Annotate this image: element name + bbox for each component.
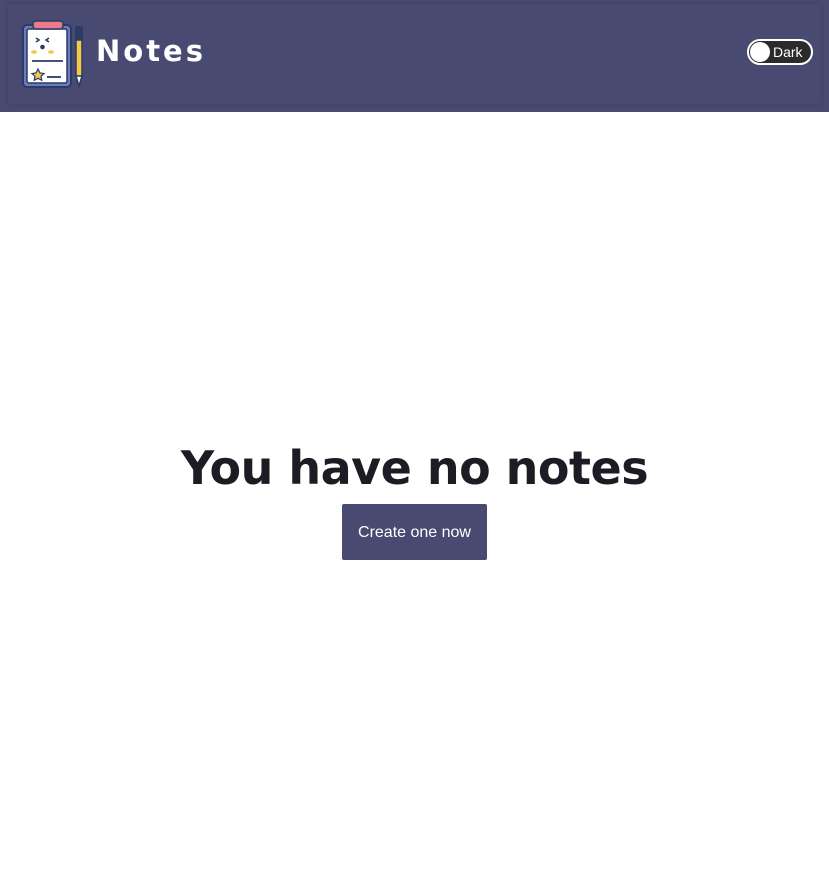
app-header: Notes Dark [0, 0, 829, 112]
app-title[interactable]: Notes [96, 31, 206, 71]
empty-state: You have no notes Create one now [0, 440, 829, 560]
clipboard-notes-icon[interactable] [21, 20, 91, 90]
toggle-label: Dark [773, 44, 803, 60]
empty-state-title: You have no notes [180, 441, 649, 495]
theme-toggle[interactable]: Dark [747, 39, 813, 65]
create-note-button[interactable]: Create one now [342, 504, 487, 560]
toggle-knob [750, 42, 770, 62]
